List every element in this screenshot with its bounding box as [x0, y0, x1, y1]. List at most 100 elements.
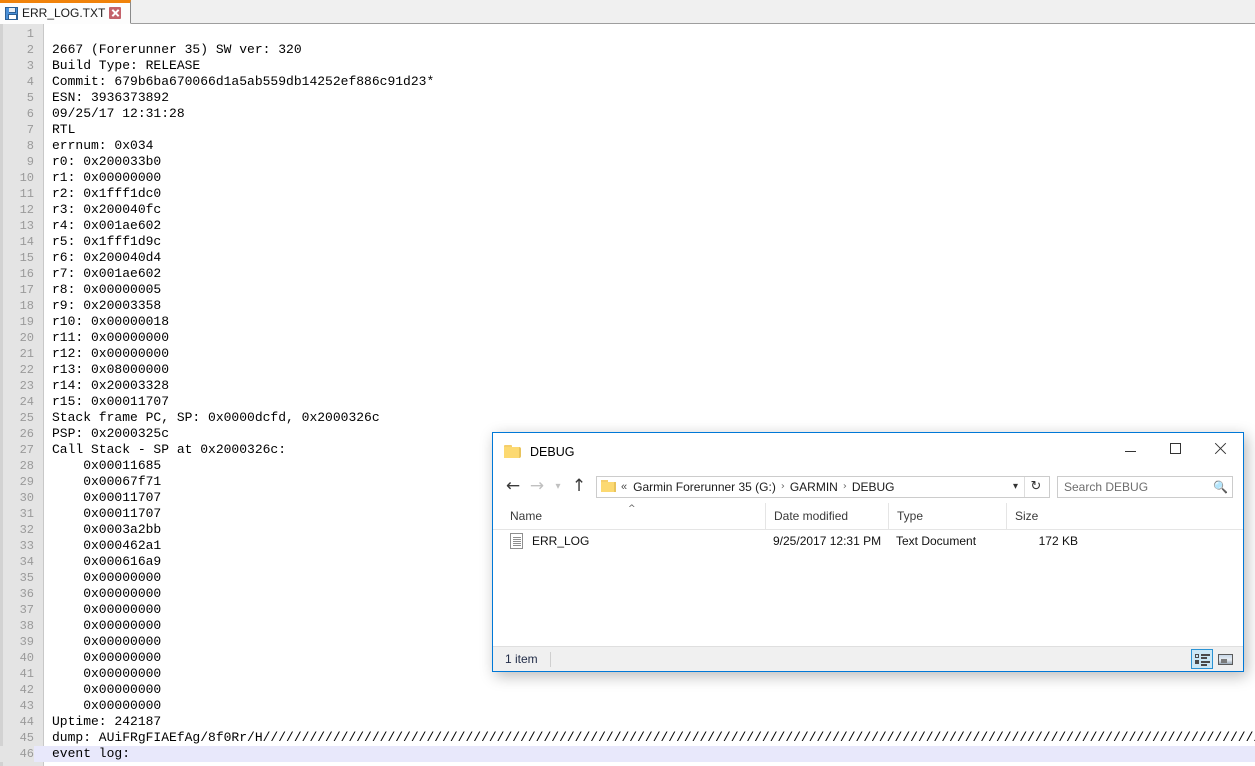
code-line-text: Call Stack - SP at 0x2000326c:: [52, 442, 287, 457]
large-icons-view-icon: [1217, 653, 1233, 665]
code-line[interactable]: 22 r13: 0x08000000: [0, 362, 1255, 378]
line-number: 22: [19, 363, 34, 377]
chevron-down-icon[interactable]: ▾: [1007, 481, 1024, 492]
column-header-size[interactable]: Size: [1006, 503, 1088, 529]
code-line[interactable]: 2 2667 (Forerunner 35) SW ver: 320: [0, 42, 1255, 58]
code-line[interactable]: 7 RTL: [0, 122, 1255, 138]
column-header-type[interactable]: Type: [888, 503, 1006, 529]
code-line-text: r11: 0x00000000: [52, 330, 170, 345]
code-line[interactable]: 42 0x00000000: [0, 682, 1255, 698]
search-icon: 🔍: [1213, 479, 1228, 494]
file-type: Text Document: [896, 534, 977, 548]
file-row-err-log[interactable]: ERR_LOG 9/25/2017 12:31 PM Text Document…: [493, 530, 1243, 552]
search-box[interactable]: Search DEBUG 🔍: [1057, 475, 1233, 498]
line-number: 25: [19, 411, 34, 425]
code-line-text: Uptime: 242187: [52, 714, 162, 729]
code-line[interactable]: 17 r8: 0x00000005: [0, 282, 1255, 298]
file-date-modified: 9/25/2017 12:31 PM: [773, 534, 882, 548]
code-line[interactable]: 5 ESN: 3936373892: [0, 90, 1255, 106]
code-line-text: 0x00067f71: [52, 474, 162, 489]
refresh-icon[interactable]: ↻: [1024, 476, 1047, 497]
line-number: 39: [19, 635, 34, 649]
line-number: 42: [19, 683, 34, 697]
file-list-column-headers: Name ^ Date modified Type Size: [493, 503, 1243, 530]
code-line[interactable]: 44 Uptime: 242187: [0, 714, 1255, 730]
editor-tab-err-log[interactable]: ERR_LOG.TXT: [0, 0, 131, 24]
code-line[interactable]: 20 r11: 0x00000000: [0, 330, 1255, 346]
minimize-button[interactable]: [1108, 433, 1153, 464]
recent-locations-button[interactable]: ▾: [549, 475, 567, 499]
file-list[interactable]: ERR_LOG 9/25/2017 12:31 PM Text Document…: [493, 530, 1243, 652]
code-line[interactable]: 45 dump: AUiFRgFIAEfAg/8f0Rr/H///////////…: [0, 730, 1255, 746]
code-line-text: r7: 0x001ae602: [52, 266, 162, 281]
code-line[interactable]: 11 r2: 0x1fff1dc0: [0, 186, 1255, 202]
explorer-status-bar: 1 item: [493, 646, 1243, 671]
forward-arrow-icon: →: [529, 476, 545, 496]
code-line-text: 0x00000000: [52, 682, 162, 697]
breadcrumb-drive[interactable]: Garmin Forerunner 35 (G:): [630, 480, 779, 494]
line-number: 30: [19, 491, 34, 505]
line-number: 9: [26, 155, 34, 169]
code-line[interactable]: 1: [0, 26, 1255, 42]
code-line[interactable]: 25 Stack frame PC, SP: 0x0000dcfd, 0x2000…: [0, 410, 1255, 426]
code-line[interactable]: 9 r0: 0x200033b0: [0, 154, 1255, 170]
code-line[interactable]: 3 Build Type: RELEASE: [0, 58, 1255, 74]
column-header-type-label: Type: [897, 509, 924, 523]
explorer-title-bar[interactable]: DEBUG: [493, 433, 1243, 470]
close-icon[interactable]: [109, 7, 122, 19]
code-line[interactable]: 46 event log:: [0, 746, 1255, 762]
breadcrumb-debug[interactable]: DEBUG: [849, 480, 898, 494]
code-line[interactable]: 12 r3: 0x200040fc: [0, 202, 1255, 218]
line-number: 37: [19, 603, 34, 617]
line-number: 2: [26, 43, 34, 57]
code-line-text: 0x00000000: [52, 698, 162, 713]
code-line[interactable]: 16 r7: 0x001ae602: [0, 266, 1255, 282]
breadcrumb-overflow-icon[interactable]: «: [619, 481, 630, 493]
code-line-text: ESN: 3936373892: [52, 90, 170, 105]
breadcrumb-garmin[interactable]: GARMIN: [787, 480, 841, 494]
maximize-icon: [1170, 443, 1181, 454]
code-line-text: r9: 0x20003358: [52, 298, 162, 313]
code-line[interactable]: 10 r1: 0x00000000: [0, 170, 1255, 186]
large-icons-view-button[interactable]: [1214, 649, 1236, 669]
file-explorer-window[interactable]: DEBUG ← → ▾ ↑ « Garmin Forerunner 35 (G:…: [492, 432, 1244, 672]
explorer-window-title: DEBUG: [530, 444, 575, 459]
code-line[interactable]: 43 0x00000000: [0, 698, 1255, 714]
code-line[interactable]: 23 r14: 0x20003328: [0, 378, 1255, 394]
code-line-text: event log:: [52, 746, 131, 761]
breadcrumb-separator[interactable]: ›: [779, 481, 787, 492]
line-number: 32: [19, 523, 34, 537]
address-bar[interactable]: « Garmin Forerunner 35 (G:) › GARMIN › D…: [596, 475, 1050, 498]
forward-button[interactable]: →: [525, 475, 549, 499]
close-button[interactable]: [1198, 433, 1243, 464]
breadcrumb-separator[interactable]: ›: [841, 481, 849, 492]
code-line[interactable]: 13 r4: 0x001ae602: [0, 218, 1255, 234]
code-line[interactable]: 8 errnum: 0x034: [0, 138, 1255, 154]
details-view-button[interactable]: [1191, 649, 1213, 669]
code-line[interactable]: 19 r10: 0x00000018: [0, 314, 1255, 330]
maximize-button[interactable]: [1153, 433, 1198, 464]
code-line[interactable]: 14 r5: 0x1fff1d9c: [0, 234, 1255, 250]
code-line-text: r2: 0x1fff1dc0: [52, 186, 162, 201]
code-line[interactable]: 18 r9: 0x20003358: [0, 298, 1255, 314]
line-number: 41: [19, 667, 34, 681]
column-header-name[interactable]: Name ^: [493, 503, 765, 529]
up-button[interactable]: ↑: [567, 475, 591, 499]
code-line[interactable]: 4 Commit: 679b6ba670066d1a5ab559db14252ef…: [0, 74, 1255, 90]
code-line-text: r15: 0x00011707: [52, 394, 170, 409]
line-number: 20: [19, 331, 34, 345]
editor-tab-bar: ERR_LOG.TXT: [0, 0, 1255, 24]
code-line[interactable]: 15 r6: 0x200040d4: [0, 250, 1255, 266]
code-line-text: 0x00000000: [52, 650, 162, 665]
search-input[interactable]: Search DEBUG: [1064, 480, 1213, 494]
code-line-text: r8: 0x00000005: [52, 282, 162, 297]
code-line[interactable]: 21 r12: 0x00000000: [0, 346, 1255, 362]
line-number: 18: [19, 299, 34, 313]
code-line[interactable]: 24 r15: 0x00011707: [0, 394, 1255, 410]
code-line[interactable]: 6 09/25/17 12:31:28: [0, 106, 1255, 122]
back-button[interactable]: ←: [501, 475, 525, 499]
column-header-date-modified[interactable]: Date modified: [765, 503, 888, 529]
line-number: 17: [19, 283, 34, 297]
minimize-icon: [1125, 451, 1136, 452]
code-line-text: 0x00011685: [52, 458, 162, 473]
